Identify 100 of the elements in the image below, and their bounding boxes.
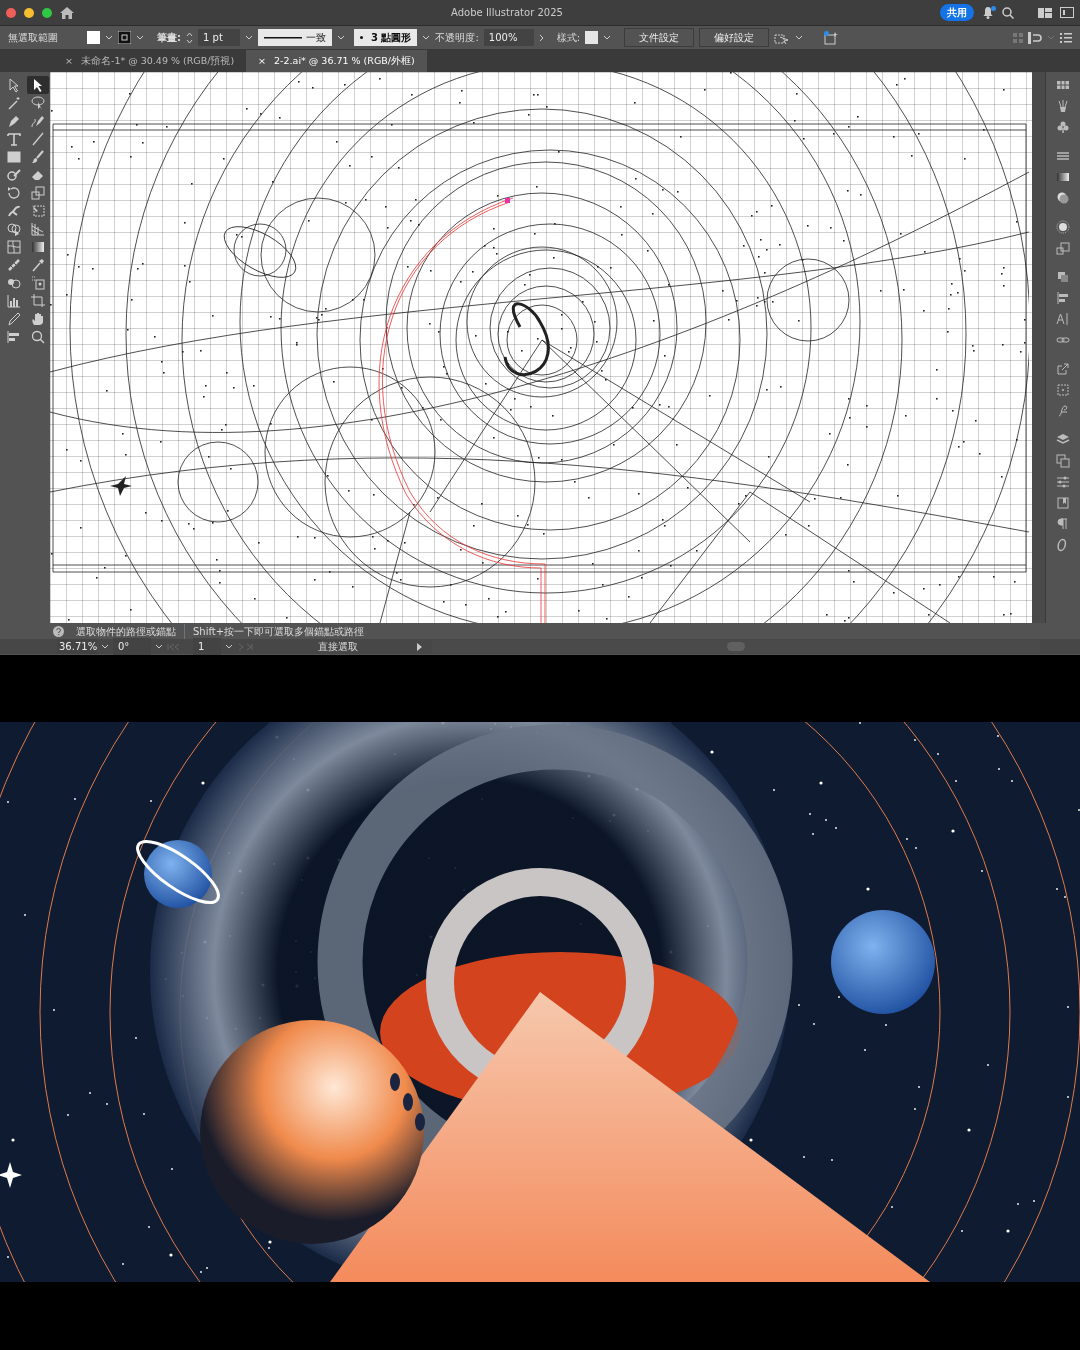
brush-cup-icon[interactable]	[1056, 99, 1070, 113]
bar-chart-icon	[6, 293, 22, 309]
brush-dot-icon	[360, 36, 363, 39]
swatches-grid-icon[interactable]	[1056, 78, 1070, 92]
caret-icon[interactable]	[101, 644, 109, 649]
window-title: Adobe Illustrator 2025	[450, 6, 564, 20]
pen-curve-icon	[30, 113, 46, 129]
stroke-profile-dropdown[interactable]: 一致	[258, 29, 332, 46]
measure-ruler-icon	[6, 257, 22, 273]
properties-sliders-icon[interactable]	[1056, 475, 1070, 489]
caret-icon[interactable]	[245, 35, 253, 40]
fill-swatch[interactable]	[87, 31, 100, 44]
opacity-field[interactable]: 100%	[483, 29, 534, 46]
rotate-arrow-icon	[6, 185, 22, 201]
caret-icon[interactable]	[105, 35, 113, 40]
caret-icon[interactable]	[422, 35, 431, 40]
mesh-grid-icon	[6, 239, 22, 255]
tab-title: 2-2.ai* @ 36.71 % (RGB/外框)	[274, 53, 415, 68]
pathfinder-icon[interactable]	[1056, 270, 1070, 284]
share-button[interactable]: 共用	[940, 4, 974, 21]
club-symbol-icon[interactable]	[1056, 120, 1070, 134]
type-t-icon	[6, 131, 22, 147]
character-icon[interactable]	[1056, 312, 1070, 326]
caret-icon[interactable]	[155, 644, 163, 649]
hand-icon	[30, 311, 46, 327]
vertical-scrollbar[interactable]	[1032, 72, 1045, 623]
transparency-circles-icon[interactable]	[1056, 191, 1070, 205]
lasso-arrow-icon	[30, 95, 46, 111]
tab-close-button[interactable]: ×	[65, 53, 73, 69]
eyedropper-icon	[30, 257, 46, 273]
rotation-field[interactable]: 0°	[113, 638, 151, 655]
pencil-icon	[6, 311, 22, 327]
opacity-label: 不透明度:	[435, 31, 479, 45]
sun-icon[interactable]	[1056, 220, 1070, 234]
paintbrush-icon	[30, 149, 46, 165]
artboard-frame-icon	[30, 293, 46, 309]
caret-icon[interactable]	[603, 35, 612, 40]
image-trace-icon[interactable]	[1056, 241, 1070, 255]
layers-icon[interactable]	[1056, 433, 1070, 447]
free-transform-icon	[30, 203, 46, 219]
caret-icon[interactable]	[795, 35, 804, 40]
brush-dropdown[interactable]: 3 點圓形	[354, 29, 418, 46]
align-panel-icon[interactable]	[1056, 291, 1070, 305]
shaper-pencil-icon	[6, 167, 22, 183]
style-label: 樣式:	[556, 31, 581, 45]
current-tool-label: 直接選取	[317, 640, 359, 654]
artboard-number-field[interactable]: 1	[193, 638, 221, 655]
line-segment-icon	[30, 131, 46, 147]
panel-icon[interactable]	[1060, 7, 1074, 18]
rectangle-icon	[6, 149, 22, 165]
caret-icon[interactable]	[136, 35, 144, 40]
gradient-square-icon	[30, 239, 46, 255]
caret-icon[interactable]	[225, 644, 233, 649]
zoom-window-button[interactable]	[42, 7, 52, 18]
home-icon[interactable]	[60, 6, 74, 19]
document-tab[interactable]: × 2-2.ai* @ 36.71 % (RGB/外框)	[246, 50, 427, 72]
generative-frame-icon[interactable]	[824, 30, 839, 45]
menu-list-icon[interactable]	[1060, 32, 1072, 43]
shape-builder-icon	[6, 221, 22, 237]
stroke-weight-field[interactable]: 1 pt	[198, 29, 240, 46]
stroke-line-icon	[264, 36, 302, 39]
libraries-icon[interactable]	[1056, 496, 1070, 510]
notification-bell-icon[interactable]	[982, 6, 994, 19]
tab-title: 未命名-1* @ 30.49 % (RGB/預視)	[80, 53, 235, 68]
scale-squares-icon	[30, 185, 46, 201]
stroke-swatch-icon[interactable]	[118, 31, 131, 44]
caret-icon[interactable]	[337, 35, 345, 40]
stroke-label: 筆畫:	[157, 31, 181, 45]
workspace-layout-icon[interactable]	[1038, 7, 1052, 18]
tool-button[interactable]	[27, 76, 49, 94]
dotted-frame-icon	[30, 275, 46, 291]
magic-wand-icon	[6, 95, 22, 111]
align-left-icon	[6, 329, 22, 345]
chevron-right-icon[interactable]	[538, 33, 544, 42]
document-setup-button[interactable]: 文件設定	[624, 28, 695, 47]
grid-dots-icon[interactable]	[1013, 32, 1023, 43]
style-swatch[interactable]	[585, 31, 599, 44]
transform-icon[interactable]	[1056, 383, 1070, 397]
tab-close-button[interactable]: ×	[258, 53, 267, 69]
puppet-figure-icon	[6, 203, 22, 219]
help-icon[interactable]	[53, 625, 64, 637]
search-icon[interactable]	[1002, 6, 1014, 19]
preferences-button[interactable]: 偏好設定	[699, 28, 770, 47]
play-arrow-icon[interactable]	[417, 642, 422, 651]
text-wrap-icon[interactable]	[1028, 31, 1042, 44]
stepper-icon[interactable]	[186, 31, 193, 44]
minimize-window-button[interactable]	[24, 7, 34, 18]
pen-nib-icon	[6, 113, 22, 129]
export-icon[interactable]	[1056, 362, 1070, 376]
artboards-icon[interactable]	[1056, 454, 1070, 468]
zoom-field[interactable]: 36.71%	[57, 639, 97, 654]
stroke-lines-icon[interactable]	[1056, 149, 1070, 163]
gradient-icon[interactable]	[1056, 170, 1070, 184]
paragraph-icon[interactable]	[1056, 517, 1070, 531]
selection-status: 無選取範圍	[8, 31, 58, 45]
perspective-grid-icon	[30, 221, 46, 237]
close-window-button[interactable]	[6, 7, 16, 18]
status-hint: 選取物件的路徑或錨點	[76, 624, 176, 639]
zoom-icon	[30, 329, 46, 345]
glyphs-icon[interactable]	[1056, 404, 1070, 418]
